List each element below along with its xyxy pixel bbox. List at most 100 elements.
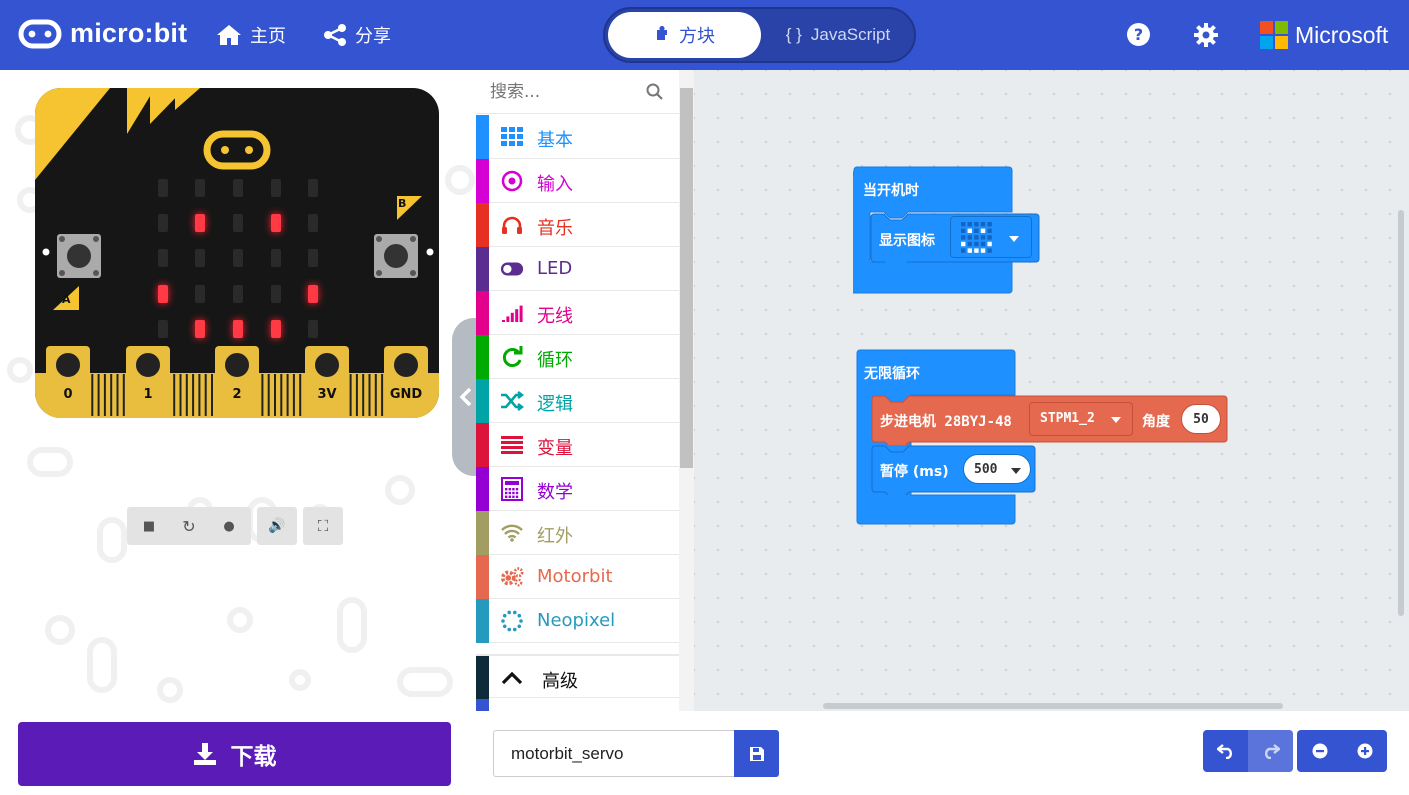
javascript-tab[interactable]: { } JavaScript xyxy=(763,12,913,58)
search-input[interactable] xyxy=(490,80,640,104)
search-icon[interactable] xyxy=(646,83,664,101)
category-label: Neopixel xyxy=(537,610,616,631)
category-3[interactable]: 音乐 xyxy=(476,203,679,247)
top-bar: micro:bit 主页 分享 方块 { } JavaScript ? Micr… xyxy=(0,0,1409,70)
forever-block[interactable]: 无限循环 步进电机 28BYJ-48 STPM1_2 角度 50 暂停 (ms)… xyxy=(856,349,1236,525)
download-button[interactable]: 下载 xyxy=(18,722,451,786)
advanced-category[interactable]: 高级 xyxy=(476,654,679,700)
pause-block[interactable]: 暂停 (ms) 500 xyxy=(871,445,1041,495)
wifi-icon xyxy=(500,522,524,544)
angle-input[interactable]: 50 xyxy=(1181,404,1221,434)
icon-dropdown[interactable] xyxy=(950,216,1032,258)
home-button[interactable]: 主页 xyxy=(216,22,286,48)
category-10[interactable]: 红外 xyxy=(476,511,679,555)
advanced-label: 高级 xyxy=(542,671,578,692)
category-5[interactable]: 无线 xyxy=(476,291,679,335)
category-label: 音乐 xyxy=(537,218,573,239)
workspace-vscrollbar[interactable] xyxy=(1398,210,1404,616)
home-label: 主页 xyxy=(250,26,286,47)
category-4[interactable]: LED xyxy=(476,247,679,291)
led xyxy=(233,179,243,197)
led xyxy=(271,214,281,232)
stepper-port-dropdown[interactable]: STPM1_2 xyxy=(1029,402,1133,436)
category-12[interactable]: Neopixel xyxy=(476,599,679,643)
pin-label[interactable]: 1 xyxy=(124,387,172,402)
share-button[interactable]: 分享 xyxy=(323,22,391,48)
category-color-bar xyxy=(476,379,489,423)
category-color-bar xyxy=(476,511,489,555)
category-9[interactable]: 数学 xyxy=(476,467,679,511)
microbit-logo[interactable]: micro:bit xyxy=(18,18,187,49)
redo-button[interactable] xyxy=(1248,730,1293,772)
undo-button[interactable] xyxy=(1203,730,1248,772)
led xyxy=(195,249,205,267)
settings-button[interactable] xyxy=(1193,22,1219,52)
blocks-workspace[interactable]: 当开机时 显示图标 无限循环 步进电机 28BYJ-48 STPM1_2 角度 … xyxy=(694,70,1409,711)
javascript-label: JavaScript xyxy=(810,25,891,44)
mute-button[interactable]: 🔊 xyxy=(257,507,297,545)
undo-icon xyxy=(1216,744,1232,759)
project-name-input[interactable] xyxy=(493,730,735,777)
category-color-bar xyxy=(476,159,489,203)
help-button[interactable]: ? xyxy=(1126,22,1151,51)
pin-label[interactable]: 3V xyxy=(303,387,351,402)
button-b[interactable] xyxy=(374,234,418,278)
smiley-icon xyxy=(961,222,992,253)
chevron-up-icon xyxy=(501,671,523,685)
gears-icon xyxy=(500,566,524,588)
category-1[interactable]: 基本 xyxy=(476,115,679,159)
fullscreen-button[interactable]: ⛶ xyxy=(303,507,343,545)
dots-circle-icon xyxy=(500,610,524,632)
microbit-board: A B 0 1 2 3V GND xyxy=(35,88,439,418)
sim-controls-group: ■ ↻ ● xyxy=(127,507,251,545)
category-color-bar xyxy=(476,555,489,599)
button-b-label: B xyxy=(398,197,407,210)
fullscreen-icon: ⛶ xyxy=(317,517,329,535)
category-label: 红外 xyxy=(537,526,573,547)
on-start-block[interactable]: 当开机时 显示图标 xyxy=(853,166,1040,294)
led xyxy=(308,214,318,232)
stop-icon[interactable]: ■ xyxy=(129,519,169,534)
restart-icon[interactable]: ↻ xyxy=(169,517,209,536)
pin-label[interactable]: 0 xyxy=(44,387,92,402)
button-a[interactable] xyxy=(57,234,101,278)
category-6[interactable]: 循环 xyxy=(476,335,679,379)
category-color-bar xyxy=(476,423,489,467)
toolbox-search xyxy=(476,70,679,114)
stepper-block[interactable]: 步进电机 28BYJ-48 STPM1_2 角度 50 xyxy=(871,395,1231,445)
category-7[interactable]: 逻辑 xyxy=(476,379,679,423)
category-11[interactable]: Motorbit xyxy=(476,555,679,599)
category-label: 输入 xyxy=(537,174,573,195)
led xyxy=(158,320,168,338)
pause-value: 500 xyxy=(974,462,998,477)
category-label: Motorbit xyxy=(537,566,613,587)
category-label: 变量 xyxy=(537,438,573,459)
toolbox-scrollbar[interactable] xyxy=(679,70,694,711)
led xyxy=(195,320,205,338)
category-8[interactable]: 变量 xyxy=(476,423,679,467)
pause-input[interactable]: 500 xyxy=(963,454,1031,484)
blocks-tab[interactable]: 方块 xyxy=(608,12,761,58)
pin-label[interactable]: 2 xyxy=(213,387,261,402)
led xyxy=(158,285,168,303)
button-a-label: A xyxy=(62,293,71,306)
zoom-in-button[interactable] xyxy=(1342,730,1387,772)
led xyxy=(233,249,243,267)
dropdown-arrow-icon xyxy=(1011,468,1021,474)
category-2[interactable]: 输入 xyxy=(476,159,679,203)
pause-label: 暂停 (ms) xyxy=(880,464,949,480)
pin-label[interactable]: GND xyxy=(382,387,430,402)
microsoft-logo[interactable]: Microsoft xyxy=(1260,21,1388,49)
redo-icon xyxy=(1264,744,1280,759)
workspace-hscrollbar[interactable] xyxy=(823,703,1283,709)
svg-text:?: ? xyxy=(1134,25,1143,44)
debug-icon[interactable]: ● xyxy=(209,519,249,534)
toolbox: 基本输入音乐 LED 无线循环逻辑变量数学红外 Motorbit Neopixel 高级 xyxy=(476,70,694,711)
show-icon-block[interactable]: 显示图标 xyxy=(870,213,1040,263)
microsoft-squares-icon xyxy=(1260,21,1288,49)
zoom-out-button[interactable] xyxy=(1297,730,1342,772)
toolbox-scroll-thumb[interactable] xyxy=(680,88,693,468)
zoom-group xyxy=(1297,730,1387,772)
category-label: LED xyxy=(537,258,573,279)
save-button[interactable] xyxy=(734,730,779,777)
